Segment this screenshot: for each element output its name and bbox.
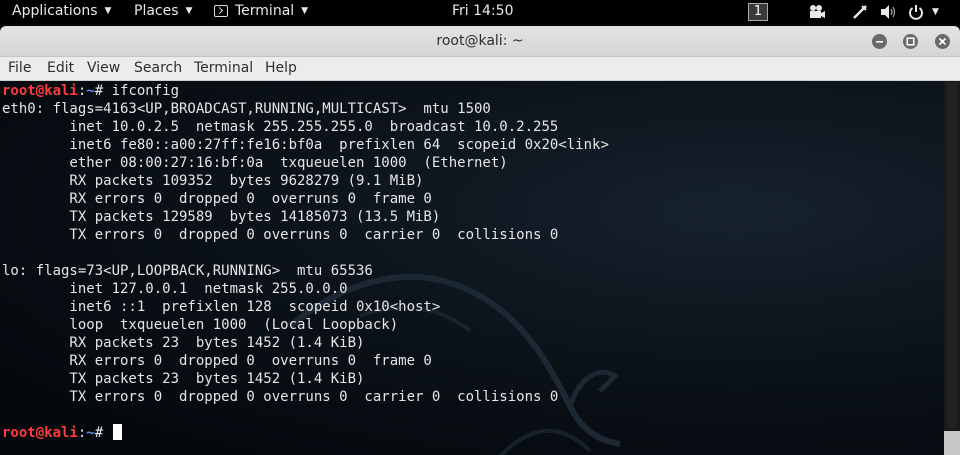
minimize-icon [876, 41, 883, 43]
terminal-app-menu[interactable]: Terminal ▼ [214, 0, 308, 24]
menu-view[interactable]: View [87, 57, 120, 80]
output-line: ether 08:00:27:16:bf:0a txqueuelen 1000 … [2, 155, 508, 171]
output-line: TX errors 0 dropped 0 overruns 0 carrier… [2, 227, 559, 243]
clock[interactable]: Fri 14:50 [452, 0, 513, 24]
workspace-indicator[interactable]: 1 [748, 0, 768, 24]
applications-menu[interactable]: Applications ▼ [12, 0, 111, 24]
workspace-number: 1 [748, 3, 768, 21]
prompt-user: root@kali [2, 425, 78, 441]
title-bar[interactable]: root@kali: ~ [0, 26, 960, 57]
chevron-down-icon: ▼ [301, 6, 309, 16]
prompt-symbol: # [94, 83, 112, 99]
places-label: Places [134, 3, 179, 19]
menu-bar: File Edit View Search Terminal Help [0, 57, 960, 81]
output-line: inet 10.0.2.5 netmask 255.255.255.0 broa… [2, 119, 559, 135]
minimize-button[interactable] [872, 34, 887, 49]
terminal-window: root@kali: ~ File Edit View Search Termi… [0, 26, 960, 455]
camera-icon[interactable] [808, 4, 826, 20]
window-title: root@kali: ~ [436, 33, 524, 49]
command-text: ifconfig [111, 83, 180, 99]
output-line: RX errors 0 dropped 0 overruns 0 frame 0 [2, 191, 432, 207]
terminal-output-area[interactable]: root@kali:~# ifconfig eth0: flags=4163<U… [0, 81, 944, 455]
text-cursor [112, 424, 122, 440]
places-menu[interactable]: Places ▼ [134, 0, 192, 24]
menu-help[interactable]: Help [265, 57, 297, 80]
maximize-button[interactable] [903, 34, 918, 49]
chevron-down-icon: ▼ [104, 6, 112, 16]
maximize-icon [906, 37, 915, 46]
output-line: eth0: flags=4163<UP,BROADCAST,RUNNING,MU… [2, 101, 491, 117]
top-bar: Applications ▼ Places ▼ Terminal ▼ Fri 14:5… [0, 0, 960, 24]
menu-search[interactable]: Search [134, 57, 182, 80]
menu-edit[interactable]: Edit [47, 57, 74, 80]
scrollbar-thumb[interactable] [947, 83, 957, 428]
close-button[interactable] [935, 34, 950, 49]
terminal-icon [214, 5, 228, 17]
prompt-line[interactable]: root@kali:~# [2, 424, 609, 442]
output-line: RX packets 109352 bytes 9628279 (9.1 MiB… [2, 173, 424, 189]
chevron-down-icon: ▼ [185, 6, 193, 16]
scrollbar-trough[interactable] [944, 431, 960, 455]
pen-icon[interactable] [852, 4, 868, 20]
output-line: inet 127.0.0.1 netmask 255.0.0.0 [2, 281, 348, 297]
scrollbar[interactable] [944, 81, 960, 455]
close-icon [938, 37, 947, 46]
prompt-user: root@kali [2, 83, 78, 99]
menu-file[interactable]: File [8, 57, 31, 80]
output-line: inet6 fe80::a00:27ff:fe16:bf0a prefixlen… [2, 137, 609, 153]
applications-label: Applications [12, 3, 98, 19]
prompt-path: ~ [86, 83, 95, 99]
menu-terminal[interactable]: Terminal [194, 57, 253, 80]
prompt-path: ~ [86, 425, 95, 441]
system-menu-chevron-icon[interactable]: ▼ [932, 7, 939, 17]
output-line: inet6 ::1 prefixlen 128 scopeid 0x10<hos… [2, 299, 441, 315]
output-line: lo: flags=73<UP,LOOPBACK,RUNNING> mtu 65… [2, 263, 373, 279]
output-line: RX errors 0 dropped 0 overruns 0 frame 0 [2, 353, 432, 369]
terminal-lines: root@kali:~# ifconfig eth0: flags=4163<U… [2, 82, 609, 442]
power-icon[interactable] [908, 4, 924, 20]
prompt-symbol: # [94, 425, 112, 441]
output-line: loop txqueuelen 1000 (Local Loopback) [2, 317, 399, 333]
output-line: TX packets 23 bytes 1452 (1.4 KiB) [2, 371, 365, 387]
output-line: TX errors 0 dropped 0 overruns 0 carrier… [2, 389, 559, 405]
volume-icon[interactable] [880, 4, 898, 20]
clock-label: Fri 14:50 [452, 3, 514, 19]
command-line: root@kali:~# ifconfig [2, 82, 609, 100]
output-line: RX packets 23 bytes 1452 (1.4 KiB) [2, 335, 365, 351]
terminal-app-label: Terminal [235, 3, 295, 19]
output-line: TX packets 129589 bytes 14185073 (13.5 M… [2, 209, 441, 225]
